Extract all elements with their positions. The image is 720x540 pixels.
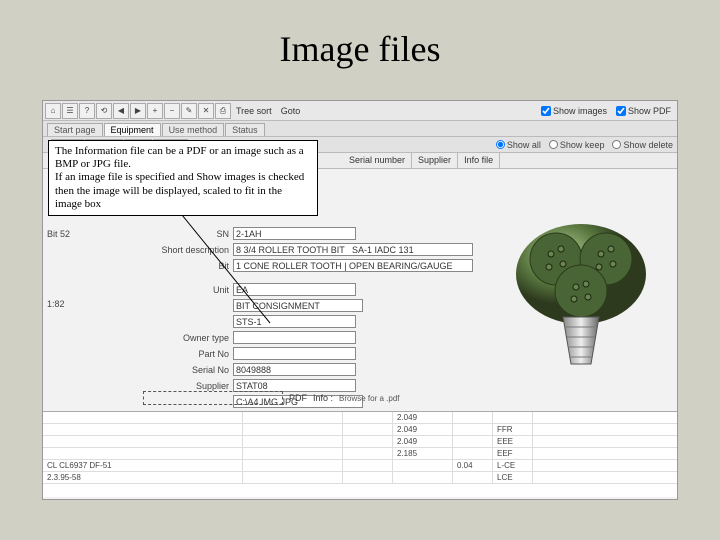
table-row[interactable]: 2.049FFR [43,424,677,436]
owner-label: Owner type [143,333,229,343]
form-area: SN Short description Bit Unit [143,227,473,408]
owner-input[interactable] [233,331,356,344]
info-file-row: PDF Info : Browse for a .pdf [143,391,400,405]
goto-label[interactable]: Goto [277,106,305,116]
show-images-input[interactable] [541,106,551,116]
tab-row-1: Start page Equipment Use method Status [43,121,677,137]
left-item-1: Bit 52 [47,229,117,239]
shortdesc-label: Short description [143,245,229,255]
show-pdf-label: Show PDF [628,106,671,116]
table-row[interactable]: 2.185EEF [43,448,677,460]
bits-label: Bit [143,261,229,271]
part-label: Part No [143,349,229,359]
show-pdf-input[interactable] [616,106,626,116]
supplier-label: Supplier [143,381,229,391]
unit-label: Unit [143,285,229,295]
table-row[interactable]: CL CL6937 DF-510.04L-CE [43,460,677,472]
pdf-label: PDF [289,393,307,403]
header-serial[interactable]: Serial number [343,153,412,168]
radio-show-all[interactable]: Show all [496,140,541,150]
part-input[interactable] [233,347,356,360]
unit-input[interactable] [233,283,356,296]
browse-hint: Browse for a .pdf [339,394,399,403]
tb-list-icon[interactable]: ☰ [62,103,78,119]
callout-line2: If an image file is specified and Show i… [55,171,304,209]
bits-input[interactable] [233,259,473,272]
table-row[interactable]: 2.049 [43,412,677,424]
tb-remove-icon[interactable]: − [164,103,180,119]
info-label: Info : [313,393,333,403]
type-input[interactable] [233,315,356,328]
info-file-dashed-box[interactable] [143,391,283,405]
radio-show-delete[interactable]: Show delete [612,140,673,150]
sn-label: SN [143,229,229,239]
sn-input[interactable] [233,227,356,240]
tb-add-icon[interactable]: + [147,103,163,119]
serialno-label: Serial No [143,365,229,375]
annotation-callout: The Information file can be a PDF or an … [48,140,318,216]
callout-line1: The Information file can be a PDF or an … [55,145,304,170]
slide-title: Image files [0,0,720,84]
tb-refresh-icon[interactable]: ⟲ [96,103,112,119]
tab-status[interactable]: Status [225,123,265,136]
radio-show-keep[interactable]: Show keep [549,140,605,150]
tb-delete-icon[interactable]: ✕ [198,103,214,119]
body-area: Bit 52 1:82 SN Short description Bit Uni… [43,169,677,499]
shortdesc-input[interactable] [233,243,473,256]
tb-home-icon[interactable]: ⌂ [45,103,61,119]
header-supplier[interactable]: Supplier [412,153,458,168]
serialno-input[interactable] [233,363,356,376]
tb-next-icon[interactable]: ▶ [130,103,146,119]
left-column: Bit 52 1:82 [47,229,117,309]
show-images-checkbox[interactable]: Show images [537,106,611,116]
tb-prev-icon[interactable]: ◀ [113,103,129,119]
tree-sort-label[interactable]: Tree sort [232,106,276,116]
header-info[interactable]: Info file [458,153,500,168]
show-images-label: Show images [553,106,607,116]
desc-input[interactable] [233,299,363,312]
tab-start-page[interactable]: Start page [47,123,103,136]
table-row[interactable]: 2.3.95-58LCE [43,472,677,484]
tb-edit-icon[interactable]: ✎ [181,103,197,119]
tb-help-icon[interactable]: ? [79,103,95,119]
left-item-2: 1:82 [47,299,117,309]
tb-print-icon[interactable]: ⎙ [215,103,231,119]
drill-bit-image [501,219,661,379]
table-row[interactable]: 2.049EEE [43,436,677,448]
bottom-table: 2.049 2.049FFR 2.049EEE 2.185EEF CL CL69… [43,411,677,497]
toolbar: ⌂ ☰ ? ⟲ ◀ ▶ + − ✎ ✕ ⎙ Tree sort Goto Sho… [43,101,677,121]
tab-use-method[interactable]: Use method [162,123,225,136]
tab-equipment[interactable]: Equipment [104,123,161,136]
show-pdf-checkbox[interactable]: Show PDF [612,106,675,116]
